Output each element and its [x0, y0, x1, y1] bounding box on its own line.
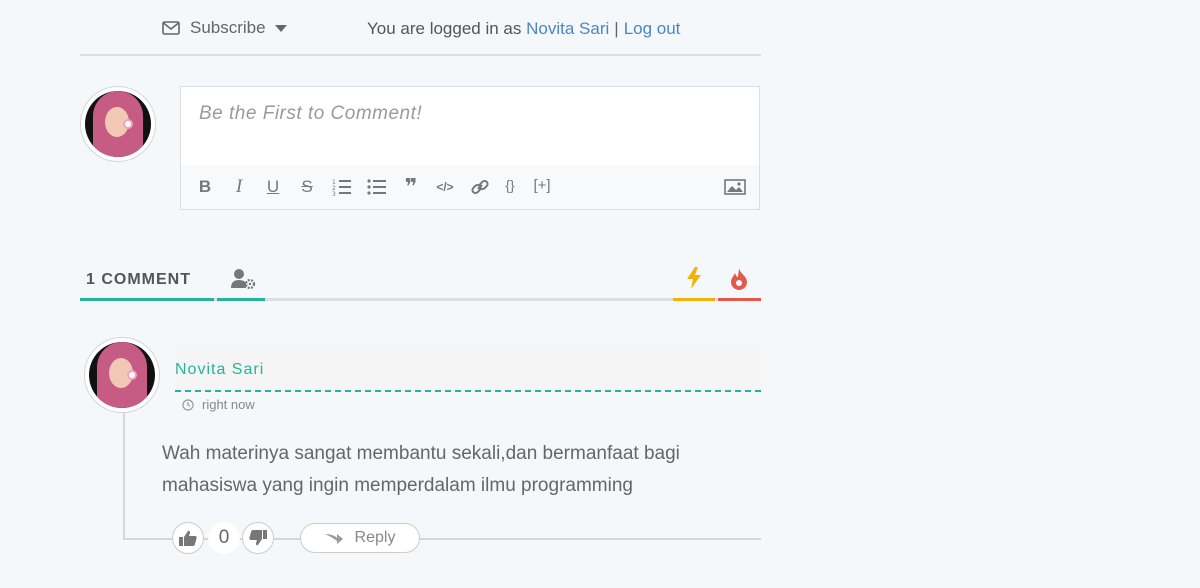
blockquote-button[interactable]: ❞ [400, 174, 422, 199]
upvote-button[interactable] [172, 522, 204, 554]
logout-link[interactable]: Log out [624, 19, 681, 38]
login-separator: | [614, 19, 619, 38]
unordered-list-button[interactable] [366, 177, 388, 197]
thread-line [123, 410, 125, 539]
newest-underline [673, 298, 715, 301]
reply-label: Reply [354, 529, 396, 546]
unordered-list-icon [367, 179, 386, 195]
vote-count: 0 [208, 522, 240, 554]
downvote-button[interactable] [242, 522, 274, 554]
strikethrough-button[interactable]: S [297, 177, 317, 197]
image-icon [724, 179, 746, 195]
thumbs-up-icon [179, 530, 197, 546]
user-settings-button[interactable] [231, 268, 257, 295]
reply-arrow-icon [324, 534, 343, 544]
code-button[interactable]: </> [434, 177, 456, 197]
reply-button[interactable]: Reply [300, 523, 420, 553]
caret-down-icon [274, 24, 287, 32]
ordered-list-button[interactable]: 1 2 3 [331, 177, 353, 197]
comment-editor[interactable]: Be the First to Comment! B I U S 1 2 3 ❞… [180, 86, 760, 210]
editor-toolbar: B I U S 1 2 3 ❞ </> {} [+] [181, 165, 759, 209]
bolt-icon [687, 267, 701, 289]
clock-icon [182, 398, 194, 411]
link-button[interactable] [469, 177, 491, 197]
sort-popular-button[interactable] [730, 268, 748, 295]
comment-author-name[interactable]: Novita Sari [175, 361, 264, 379]
flame-icon [731, 268, 747, 290]
comments-section: Subscribe You are logged in as Novita Sa… [80, 0, 761, 588]
current-user-avatar [80, 86, 156, 162]
svg-text:3: 3 [332, 191, 336, 196]
comments-topbar: Subscribe You are logged in as Novita Sa… [80, 0, 761, 56]
comment-author-avatar [84, 337, 160, 413]
underline-button[interactable]: U [263, 177, 283, 197]
comment-count-underline [80, 298, 214, 301]
comment-time-text: right now [202, 397, 255, 412]
user-settings-icon [231, 269, 256, 290]
spoiler-button[interactable]: [+] [528, 175, 556, 195]
image-upload-button[interactable] [723, 177, 747, 197]
subscribe-dropdown[interactable]: Subscribe [162, 18, 287, 38]
bold-button[interactable]: B [195, 177, 215, 197]
comment-text: Wah materinya sangat membantu sekali,dan… [162, 443, 680, 496]
comment-input-placeholder[interactable]: Be the First to Comment! [199, 103, 422, 125]
thumbs-down-icon [249, 530, 267, 546]
subscribe-label: Subscribe [190, 18, 266, 37]
user-settings-underline [217, 298, 265, 301]
comment-count-tab[interactable]: 1 COMMENT [86, 271, 191, 289]
comment-header: Novita Sari [175, 343, 761, 392]
sort-newest-button[interactable] [686, 267, 702, 294]
ordered-list-icon: 1 2 3 [332, 179, 351, 196]
popular-underline [718, 298, 761, 301]
envelope-icon [162, 21, 180, 35]
comments-header: 1 COMMENT [80, 262, 761, 302]
comment-timestamp[interactable]: right now [182, 397, 255, 412]
user-name-link[interactable]: Novita Sari [526, 19, 609, 38]
link-icon [471, 179, 489, 195]
login-prefix: You are logged in as [367, 19, 522, 38]
source-code-button[interactable]: {} [499, 175, 521, 195]
login-status: You are logged in as Novita Sari | Log out [367, 19, 680, 39]
italic-button[interactable]: I [229, 176, 249, 197]
